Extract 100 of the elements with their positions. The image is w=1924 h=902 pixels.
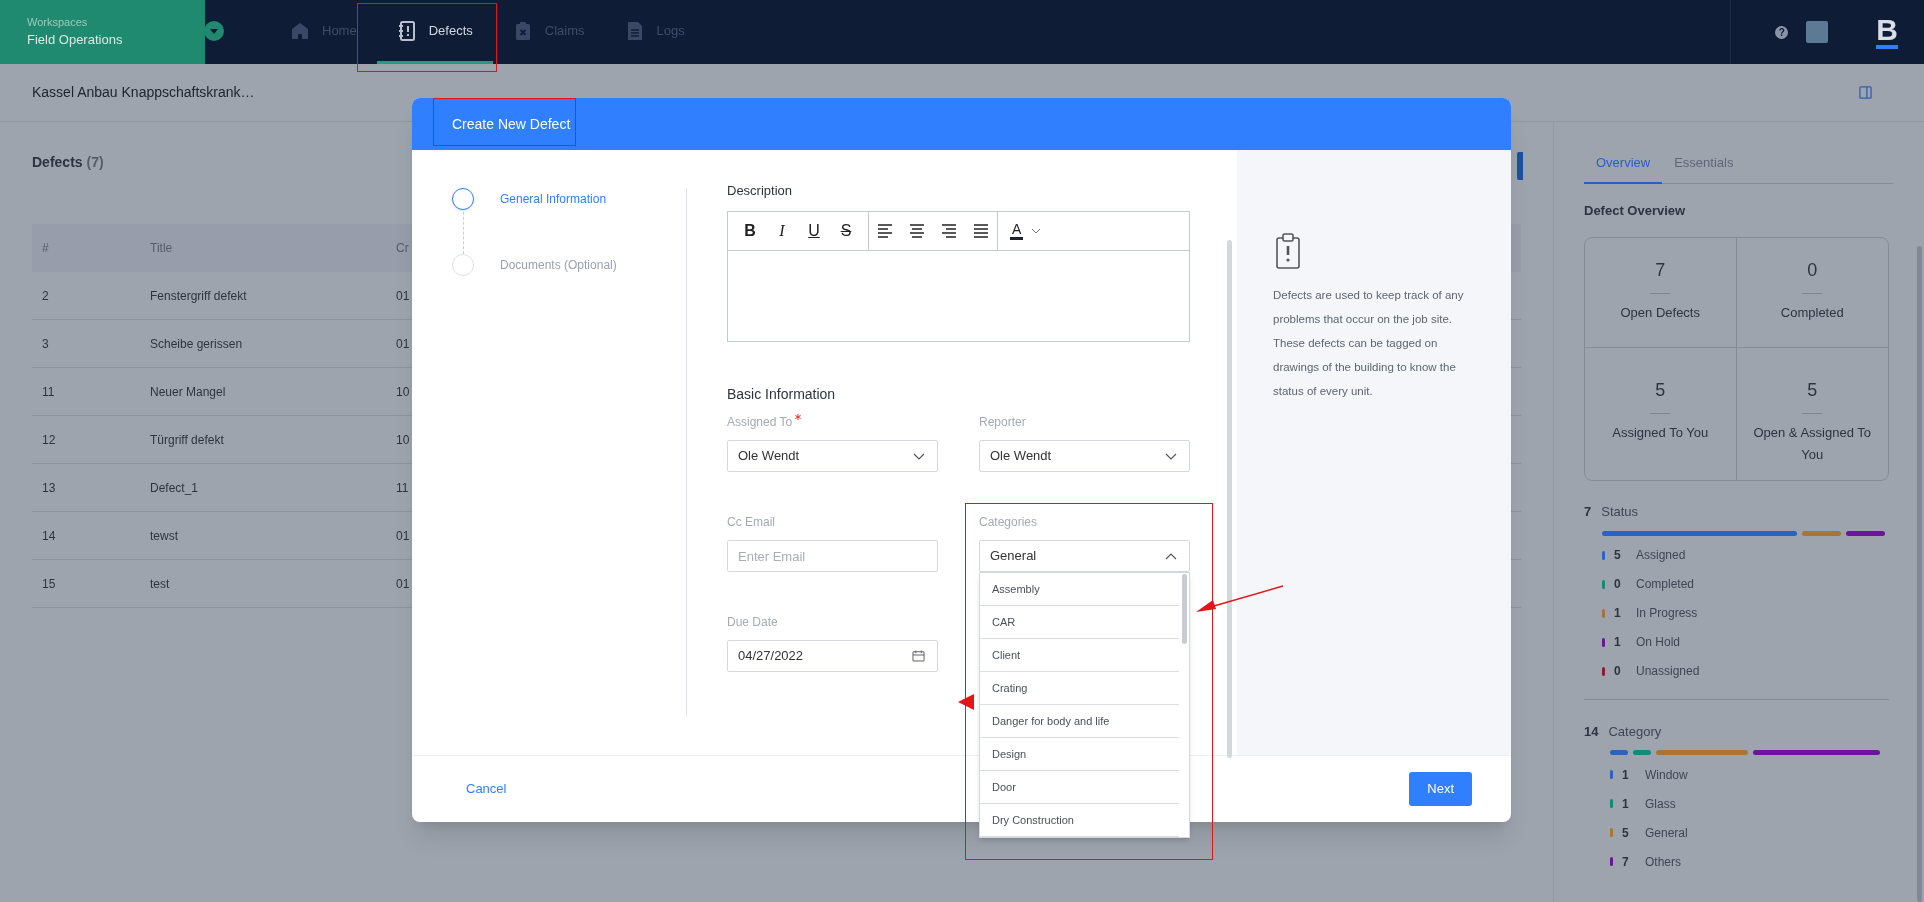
align-left-icon[interactable] (877, 223, 893, 239)
stat-label: Open & Assigned To You (1752, 424, 1873, 464)
stat-value: 5 (1655, 379, 1666, 402)
section-title: Status (1601, 503, 1639, 521)
section-title: Category (1608, 722, 1662, 741)
annotation-arrowhead (958, 694, 974, 710)
stat-value: 0 (1807, 259, 1818, 282)
table-cell-text: 01 (396, 575, 411, 593)
table-cell-text: 2 (41, 287, 50, 305)
stat-label: Open Defects (1619, 304, 1701, 322)
legend-label: General (1645, 824, 1688, 842)
table-cell-text: Neuer Mangel (150, 383, 227, 401)
text-color-button[interactable]: A (998, 212, 1042, 250)
next-button[interactable]: Next (1409, 772, 1472, 806)
dropdown-option[interactable]: Client (980, 639, 1179, 672)
avatar-placeholder[interactable] (1806, 21, 1829, 43)
strikethrough-button[interactable]: S (830, 217, 862, 245)
section-heading: Basic Information (727, 385, 837, 402)
modal-title: Create New Defect (452, 114, 571, 134)
field-label: Due Date (727, 614, 778, 629)
align-right-icon[interactable] (941, 223, 957, 239)
table-cell-text: Fenstergriff defekt (150, 287, 248, 305)
section-heading: Defect Overview (1584, 201, 1687, 220)
legend-count: 0 (1614, 663, 1622, 680)
dropdown-option[interactable]: Danger for body and life (980, 705, 1179, 738)
help-button[interactable]: ? (1775, 25, 1789, 39)
logo: B (1876, 15, 1898, 49)
scrollbar[interactable] (1182, 574, 1187, 644)
panel-toggle-icon[interactable] (1859, 86, 1872, 99)
email-field[interactable]: Enter Email (727, 540, 938, 572)
table-cell-text: 15 (41, 575, 57, 593)
info-text: Defects are used to keep track of any problems that occur on the job site. These defects can be tagged on drawings of the building to know the status of every unit. (1273, 288, 1465, 399)
dropdown-field[interactable]: General (979, 540, 1190, 572)
stat-value: 7 (1655, 259, 1666, 282)
dropdown-field[interactable]: Ole Wendt (727, 440, 938, 472)
notebook-icon (396, 20, 417, 41)
nav-tab[interactable]: Defects (376, 0, 493, 64)
legend-label: Glass (1645, 795, 1676, 813)
dropdown-option[interactable]: CAR (980, 606, 1179, 639)
table-cell-text: 01 (396, 335, 411, 353)
dropdown-option[interactable]: Design (980, 738, 1179, 771)
table-cell-text: Defect_1 (150, 479, 200, 497)
legend-count: 1 (1614, 634, 1622, 651)
total-count: 14 (1584, 722, 1599, 741)
align-justify-icon[interactable] (973, 223, 989, 239)
bold-button[interactable]: B (734, 217, 766, 245)
date-field[interactable]: 04/27/2022 (727, 640, 938, 672)
caret-icon[interactable] (204, 21, 224, 41)
dropdown-option[interactable]: Dry Construction (980, 804, 1179, 837)
legend-count: 5 (1614, 547, 1622, 564)
total-count: 7 (1584, 503, 1592, 521)
field-label: Description (727, 182, 794, 199)
scrollbar[interactable] (1227, 240, 1232, 758)
stat-label: Assigned To You (1611, 424, 1710, 442)
dropdown-field[interactable]: Ole Wendt (979, 440, 1190, 472)
italic-button[interactable]: I (766, 217, 798, 245)
table-cell-text: 01 (396, 527, 411, 545)
field-label: Assigned To (727, 414, 793, 429)
legend-label: On Hold (1636, 634, 1681, 651)
list-title: Defects (32, 153, 83, 172)
legend-label: Assigned (1636, 547, 1686, 564)
table-cell-text: test (150, 575, 171, 593)
clipboard-alert-icon (1276, 233, 1300, 269)
table-cell-text: Scheibe gerissen (150, 335, 244, 353)
field-label: Reporter (979, 414, 1026, 429)
table-cell-text: Türgriff defekt (150, 431, 225, 449)
table-cell-text: 12 (41, 431, 57, 449)
chevron-down-icon (1165, 452, 1177, 460)
legend-count: 5 (1622, 824, 1630, 842)
field-label: Cc Email (727, 514, 775, 529)
stat-label: Completed (1779, 304, 1845, 322)
legend-label: Window (1645, 766, 1688, 784)
table-cell-text: 11 (396, 479, 410, 497)
chevron-up-icon (1165, 552, 1177, 560)
legend-label: Completed (1636, 576, 1695, 593)
legend-count: 7 (1622, 853, 1630, 871)
underline-button[interactable]: U (798, 217, 830, 245)
legend-label: Unassigned (1636, 663, 1700, 680)
legend-count: 1 (1622, 795, 1630, 813)
field-label: Categories (979, 514, 1038, 529)
legend-count: 1 (1614, 605, 1622, 622)
table-cell-text: 01 (396, 287, 411, 305)
table-cell-text: 3 (41, 335, 50, 353)
table-cell-text: tewst (150, 527, 179, 545)
step-item[interactable]: General Information (452, 188, 686, 210)
dropdown-option[interactable]: Assembly (980, 573, 1179, 606)
scrollbar[interactable] (1917, 246, 1922, 902)
house-icon (290, 20, 310, 41)
dropdown-option[interactable]: Crating (980, 672, 1179, 705)
table-cell-text: 13 (41, 479, 57, 497)
table-cell-text: 14 (41, 527, 57, 545)
list-count: (7) (86, 153, 104, 172)
table-cell-text: 10 (396, 431, 411, 449)
chevron-down-icon (1031, 228, 1042, 234)
rich-text-editor[interactable]: B I U S A (727, 211, 1190, 342)
align-center-icon[interactable] (909, 223, 925, 239)
table-cell-text: 11 (41, 383, 56, 401)
chevron-down-icon (913, 452, 925, 460)
cancel-link[interactable]: Cancel (466, 779, 507, 799)
dropdown-option[interactable]: Door (980, 771, 1179, 804)
